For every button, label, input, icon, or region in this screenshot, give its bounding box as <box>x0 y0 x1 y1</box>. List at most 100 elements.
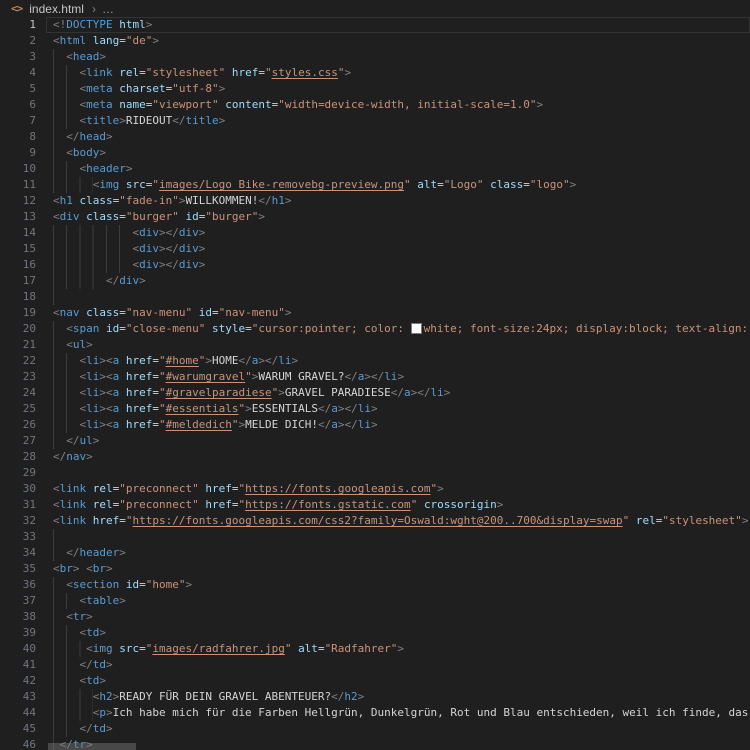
code-line[interactable]: 12<h1 class="fade-in">WILLKOMMEN!</h1> <box>0 193 750 209</box>
code-line[interactable]: 38<tr> <box>0 609 750 625</box>
line-number[interactable]: 42 <box>0 673 36 689</box>
breadcrumb-more[interactable]: … <box>102 2 115 16</box>
line-number[interactable]: 10 <box>0 161 36 177</box>
code-line[interactable]: 32<link href="https://fonts.googleapis.c… <box>0 513 750 529</box>
line-number[interactable]: 9 <box>0 145 36 161</box>
line-number[interactable]: 32 <box>0 513 36 529</box>
token-punctuation: > <box>371 418 378 431</box>
code-line[interactable]: 2<html lang="de"> <box>0 33 750 49</box>
token-punctuation: > <box>199 258 206 271</box>
line-number[interactable]: 13 <box>0 209 36 225</box>
code-line[interactable]: 18 <box>0 289 750 305</box>
code-line[interactable]: 31<link rel="preconnect" href="https://f… <box>0 497 750 513</box>
code-line[interactable]: 21<ul> <box>0 337 750 353</box>
code-line[interactable]: 28</nav> <box>0 449 750 465</box>
code-line[interactable]: 45</td> <box>0 721 750 737</box>
line-number[interactable]: 37 <box>0 593 36 609</box>
line-number[interactable]: 1 <box>0 17 36 33</box>
line-number[interactable]: 6 <box>0 97 36 113</box>
line-number[interactable]: 25 <box>0 401 36 417</box>
line-number[interactable]: 12 <box>0 193 36 209</box>
line-number[interactable]: 35 <box>0 561 36 577</box>
line-number[interactable]: 43 <box>0 689 36 705</box>
code-line[interactable]: 24<li><a href="#gravelparadiese">GRAVEL … <box>0 385 750 401</box>
code-line[interactable]: 35<br> <br> <box>0 561 750 577</box>
code-line[interactable]: 8</head> <box>0 129 750 145</box>
code-line[interactable]: 23<li><a href="#warumgravel">WARUM GRAVE… <box>0 369 750 385</box>
line-number[interactable]: 18 <box>0 289 36 305</box>
code-line[interactable]: 4<link rel="stylesheet" href="styles.css… <box>0 65 750 81</box>
line-number[interactable]: 41 <box>0 657 36 673</box>
code-line[interactable]: 6<meta name="viewport" content="width=de… <box>0 97 750 113</box>
code-line[interactable]: 1<!DOCTYPE html> <box>0 17 750 33</box>
token-punctuation: </ <box>318 418 331 431</box>
line-number[interactable]: 19 <box>0 305 36 321</box>
line-number[interactable]: 23 <box>0 369 36 385</box>
line-number[interactable]: 33 <box>0 529 36 545</box>
line-number[interactable]: 4 <box>0 65 36 81</box>
code-line[interactable]: 5<meta charset="utf-8"> <box>0 81 750 97</box>
line-number[interactable]: 39 <box>0 625 36 641</box>
code-line[interactable]: 27</ul> <box>0 433 750 449</box>
code-line[interactable]: 42<td> <box>0 673 750 689</box>
line-number[interactable]: 8 <box>0 129 36 145</box>
line-number[interactable]: 30 <box>0 481 36 497</box>
code-line[interactable]: 3<head> <box>0 49 750 65</box>
code-line[interactable]: 37<table> <box>0 593 750 609</box>
line-number[interactable]: 34 <box>0 545 36 561</box>
line-number[interactable]: 44 <box>0 705 36 721</box>
code-line[interactable]: 19<nav class="nav-menu" id="nav-menu"> <box>0 305 750 321</box>
token-tag-name: h1 <box>60 194 73 207</box>
token-tag-name: div <box>139 226 159 239</box>
code-line[interactable]: 7<title>RIDEOUT</title> <box>0 113 750 129</box>
line-number[interactable]: 3 <box>0 49 36 65</box>
code-line[interactable]: 20<span id="close-menu" style="cursor:po… <box>0 321 750 337</box>
line-number[interactable]: 24 <box>0 385 36 401</box>
code-line[interactable]: 22<li><a href="#home">HOME</a></li> <box>0 353 750 369</box>
line-number[interactable]: 14 <box>0 225 36 241</box>
code-line[interactable]: 13<div class="burger" id="burger"> <box>0 209 750 225</box>
code-line[interactable]: 14<div></div> <box>0 225 750 241</box>
code-line[interactable]: 41</td> <box>0 657 750 673</box>
code-line[interactable]: 9<body> <box>0 145 750 161</box>
code-line[interactable]: 16<div></div> <box>0 257 750 273</box>
line-number[interactable]: 16 <box>0 257 36 273</box>
line-number[interactable]: 38 <box>0 609 36 625</box>
code-line[interactable]: 25<li><a href="#essentials">ESSENTIALS</… <box>0 401 750 417</box>
line-number[interactable]: 15 <box>0 241 36 257</box>
line-number[interactable]: 20 <box>0 321 36 337</box>
code-line[interactable]: 36<section id="home"> <box>0 577 750 593</box>
code-line[interactable]: 17</div> <box>0 273 750 289</box>
line-number[interactable]: 28 <box>0 449 36 465</box>
line-number[interactable]: 45 <box>0 721 36 737</box>
line-number[interactable]: 5 <box>0 81 36 97</box>
line-number[interactable]: 31 <box>0 497 36 513</box>
line-number[interactable]: 40 <box>0 641 36 657</box>
breadcrumb-file-name[interactable]: index.html <box>29 2 84 16</box>
code-line[interactable]: 43<h2>READY FÜR DEIN GRAVEL ABENTEUER?</… <box>0 689 750 705</box>
line-number[interactable]: 26 <box>0 417 36 433</box>
line-number[interactable]: 29 <box>0 465 36 481</box>
line-number[interactable]: 2 <box>0 33 36 49</box>
line-number[interactable]: 46 <box>0 737 36 750</box>
line-number[interactable]: 17 <box>0 273 36 289</box>
line-number[interactable]: 11 <box>0 177 36 193</box>
code-line[interactable]: 26<li><a href="#meldedich">MELDE DICH!</… <box>0 417 750 433</box>
code-line[interactable]: 30<link rel="preconnect" href="https://f… <box>0 481 750 497</box>
code-line[interactable]: 29 <box>0 465 750 481</box>
line-number[interactable]: 36 <box>0 577 36 593</box>
code-line[interactable]: 10<header> <box>0 161 750 177</box>
code-line[interactable]: 11<img src="images/Logo_Bike-removebg-pr… <box>0 177 750 193</box>
horizontal-scrollbar[interactable] <box>48 743 136 750</box>
code-line[interactable]: 40<img src="images/radfahrer.jpg" alt="R… <box>0 641 750 657</box>
line-number[interactable]: 7 <box>0 113 36 129</box>
line-number[interactable]: 21 <box>0 337 36 353</box>
token-text <box>225 66 232 79</box>
code-line[interactable]: 39<td> <box>0 625 750 641</box>
code-line[interactable]: 15<div></div> <box>0 241 750 257</box>
line-number[interactable]: 22 <box>0 353 36 369</box>
code-line[interactable]: 33 <box>0 529 750 545</box>
line-number[interactable]: 27 <box>0 433 36 449</box>
code-line[interactable]: 44<p>Ich habe mich für die Farben Hellgr… <box>0 705 750 721</box>
code-line[interactable]: 34</header> <box>0 545 750 561</box>
